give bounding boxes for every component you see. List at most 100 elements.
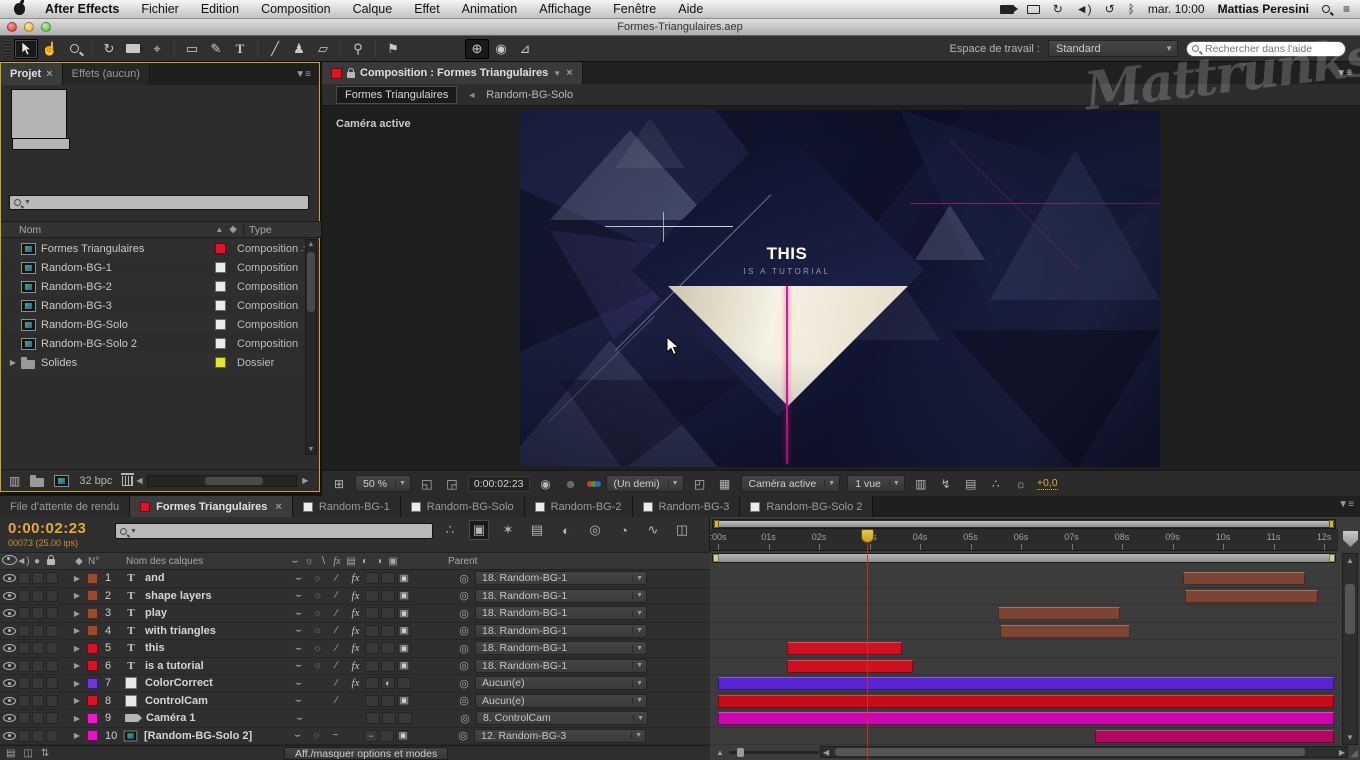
panel-menu-icon[interactable]: ▼≡ bbox=[1338, 499, 1354, 510]
layer-name[interactable]: ControlCam bbox=[139, 695, 289, 707]
volume-icon[interactable]: ◄) bbox=[1076, 3, 1092, 15]
dropdown-arrow-icon[interactable]: ▼ bbox=[632, 697, 643, 704]
local-axis-mode-button[interactable]: ⊕ bbox=[465, 39, 489, 59]
dropdown-arrow-icon[interactable]: ▼ bbox=[632, 610, 643, 617]
parent-dropdown[interactable]: 18. Random-BG-1▼ bbox=[475, 641, 647, 655]
visibility-eye-icon[interactable] bbox=[3, 592, 16, 600]
collapse-icon[interactable]: ☼ bbox=[308, 590, 327, 601]
layer-duration-bar[interactable] bbox=[1185, 590, 1318, 603]
panel-menu-icon[interactable]: ▼≡ bbox=[1328, 62, 1360, 84]
twirl-icon[interactable]: ▶ bbox=[70, 609, 84, 618]
layer-name[interactable]: is a tutorial bbox=[139, 660, 289, 672]
project-item[interactable]: Random-BG-2Composition bbox=[1, 277, 307, 296]
parent-dropdown[interactable]: Aucun(e)▼ bbox=[475, 676, 647, 690]
threed-box[interactable]: ▣ bbox=[397, 590, 411, 602]
parent-pickwhip-icon[interactable]: ◎ bbox=[453, 677, 475, 690]
motion-blur-column-icon[interactable]: ◐ bbox=[358, 556, 372, 567]
menu-after-effects[interactable]: After Effects bbox=[45, 2, 119, 16]
zoom-slider-knob[interactable] bbox=[737, 748, 744, 757]
layer-name[interactable]: this bbox=[139, 642, 289, 654]
breadcrumb-parent[interactable]: Random-BG-Solo bbox=[486, 89, 573, 101]
scroll-up-icon[interactable]: ▲ bbox=[307, 241, 315, 248]
solo-toggle-box[interactable] bbox=[32, 590, 44, 602]
fx-icon[interactable]: fx bbox=[346, 642, 365, 654]
lock-toggle-box[interactable] bbox=[46, 730, 58, 742]
collapse-icon[interactable]: ☼ bbox=[308, 625, 327, 636]
parent-pickwhip-icon[interactable]: ◎ bbox=[453, 572, 475, 585]
timeline-zoom-slider[interactable]: ▲ ▲ bbox=[716, 746, 835, 758]
expand-layer-switches-icon[interactable]: ▤ bbox=[6, 748, 15, 759]
layer-name[interactable]: shape layers bbox=[139, 590, 289, 602]
parent-dropdown[interactable]: 18. Random-BG-1▼ bbox=[475, 589, 647, 603]
timeline-vscrollbar[interactable]: ▲ ▼ bbox=[1342, 553, 1358, 745]
view-axis-mode-button[interactable]: ⊿ bbox=[513, 39, 537, 59]
parent-pickwhip-icon[interactable]: ◎ bbox=[453, 607, 475, 620]
show-snapshot-icon[interactable]: ☻ bbox=[562, 477, 580, 491]
project-column-headers[interactable]: Nom ▲ ◆ Type bbox=[1, 221, 321, 238]
parent-pickwhip-icon[interactable]: ◎ bbox=[452, 729, 474, 742]
column-nom[interactable]: Nom bbox=[19, 224, 41, 236]
parent-dropdown[interactable]: 18. Random-BG-1▼ bbox=[475, 571, 647, 585]
window-title-bar[interactable]: Formes-Triangulaires.aep bbox=[0, 19, 1360, 36]
label-chip[interactable] bbox=[87, 608, 98, 619]
layer-row[interactable]: ▶5Tthis⌣☼∕fx▣◎18. Random-BG-1▼ bbox=[0, 640, 710, 658]
region-of-interest-icon[interactable]: ◰ bbox=[691, 477, 709, 491]
menu-fichier[interactable]: Fichier bbox=[141, 2, 179, 16]
quality-icon[interactable]: ∕ bbox=[327, 608, 346, 619]
motion-blur-box[interactable] bbox=[381, 642, 395, 654]
scrollbar-thumb[interactable] bbox=[835, 748, 1305, 756]
fx-column-icon[interactable]: fx bbox=[330, 556, 344, 567]
fx-icon[interactable]: fx bbox=[346, 660, 365, 672]
fx-icon[interactable]: fx bbox=[346, 607, 365, 619]
close-icon[interactable]: × bbox=[566, 67, 572, 79]
threed-box[interactable]: ▣ bbox=[397, 625, 411, 637]
current-time-display[interactable]: 0:00:02:23 bbox=[468, 476, 530, 492]
motion-blur-box[interactable]: ◐ bbox=[381, 677, 395, 689]
audio-toggle-box[interactable] bbox=[18, 625, 30, 637]
audio-toggle-box[interactable] bbox=[18, 642, 30, 654]
threed-box[interactable] bbox=[398, 712, 412, 724]
spotlight-search-icon[interactable] bbox=[1322, 5, 1330, 13]
audio-toggle-box[interactable] bbox=[18, 730, 30, 742]
frame-blend-box[interactable] bbox=[365, 572, 379, 584]
project-item[interactable]: Random-BG-1Composition bbox=[1, 258, 307, 277]
audio-toggle-box[interactable] bbox=[18, 607, 30, 619]
dropdown-arrow-icon[interactable]: ▼ bbox=[632, 645, 643, 652]
label-chip[interactable] bbox=[87, 713, 98, 724]
collapse-icon[interactable]: ☼ bbox=[307, 730, 326, 741]
label-chip[interactable] bbox=[87, 695, 98, 706]
work-area-end-handle[interactable] bbox=[1329, 554, 1335, 562]
close-icon[interactable]: × bbox=[275, 501, 281, 513]
menu-affichage[interactable]: Affichage bbox=[539, 2, 591, 16]
snapshot-icon[interactable]: ◉ bbox=[537, 477, 555, 491]
label-chip[interactable] bbox=[215, 338, 226, 349]
project-item[interactable]: Random-BG-Solo 2Composition bbox=[1, 334, 307, 353]
threed-box[interactable]: ▣ bbox=[397, 572, 411, 584]
frame-blend-box[interactable] bbox=[365, 677, 379, 689]
threed-box[interactable]: ▣ bbox=[397, 695, 411, 707]
screen-record-icon[interactable] bbox=[1000, 5, 1014, 14]
motion-blur-box[interactable] bbox=[381, 607, 395, 619]
motion-blur-box[interactable] bbox=[380, 730, 394, 742]
toggle-switches-modes-button[interactable]: Aff./masquer options et modes bbox=[284, 747, 448, 760]
label-chip[interactable] bbox=[87, 678, 98, 689]
world-axis-mode-button[interactable]: ◉ bbox=[489, 39, 513, 59]
layer-duration-bar[interactable] bbox=[718, 712, 1334, 725]
frame-blending-icon[interactable]: ▤ bbox=[527, 520, 547, 540]
motion-blur-box[interactable] bbox=[381, 590, 395, 602]
zoom-tool[interactable] bbox=[62, 39, 86, 59]
visibility-eye-icon[interactable] bbox=[3, 644, 16, 652]
project-hscrollbar[interactable]: ◀ ▶ bbox=[147, 475, 297, 487]
quality-icon[interactable]: ∕ bbox=[327, 643, 346, 654]
layer-name[interactable]: and bbox=[139, 572, 289, 584]
visibility-eye-icon[interactable] bbox=[3, 609, 16, 617]
lock-toggle-box[interactable] bbox=[46, 607, 58, 619]
project-search-input[interactable] bbox=[34, 196, 294, 209]
lock-toggle-box[interactable] bbox=[46, 642, 58, 654]
comp-mini-flowchart-icon[interactable]: ∴ bbox=[440, 520, 460, 540]
graph-editor-icon[interactable]: ∿ bbox=[643, 520, 663, 540]
threed-box[interactable]: ▣ bbox=[397, 642, 411, 654]
time-machine-icon[interactable]: ↺ bbox=[1105, 3, 1115, 15]
motion-blur-box[interactable] bbox=[381, 660, 395, 672]
scroll-up-icon[interactable]: ▲ bbox=[1343, 556, 1357, 565]
